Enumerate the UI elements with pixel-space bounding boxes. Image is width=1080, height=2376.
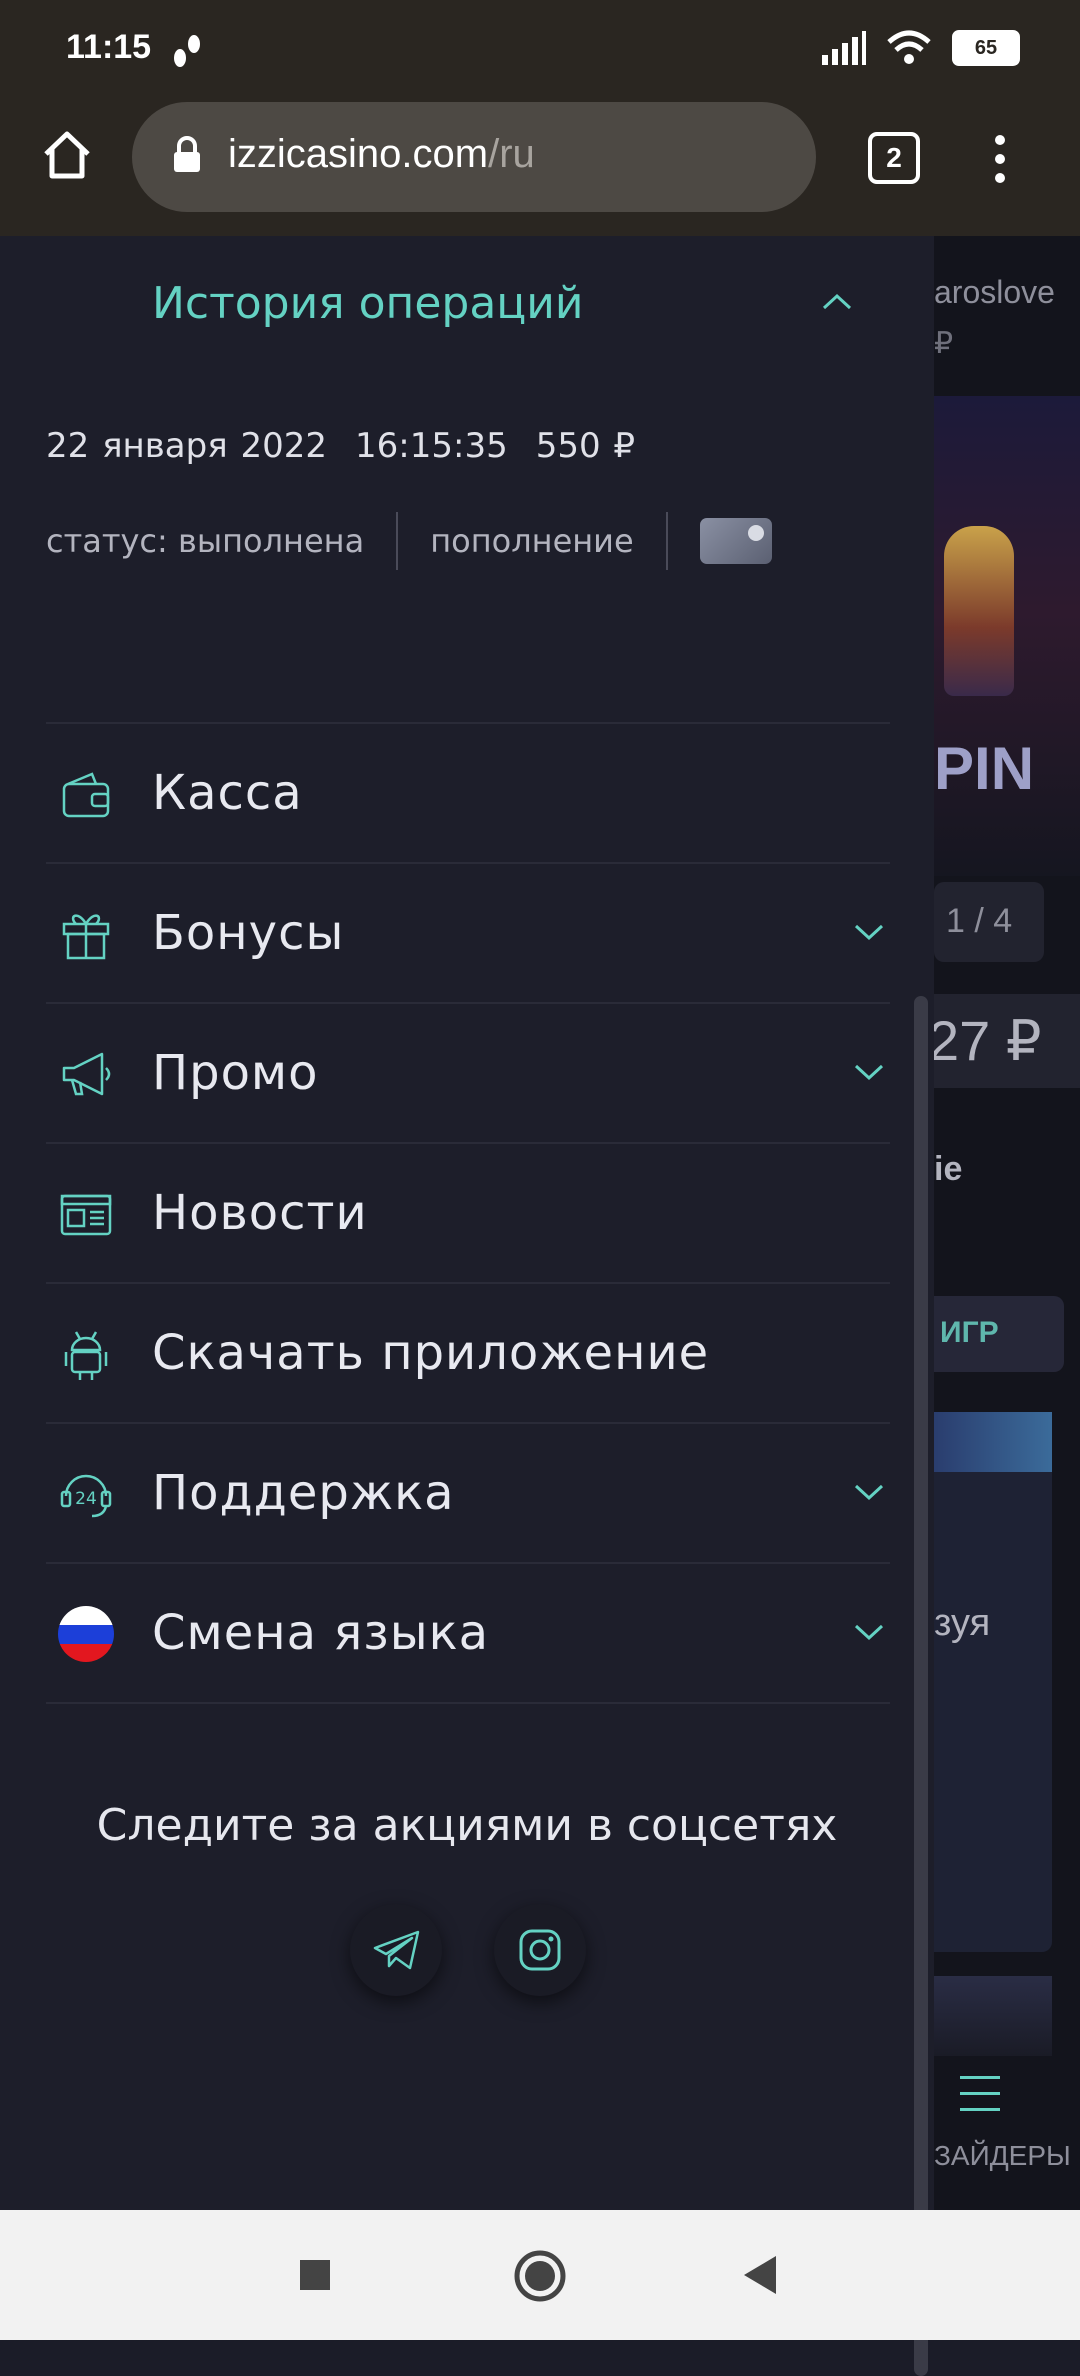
backdrop-banner: PIN — [934, 396, 1080, 876]
url-text[interactable]: izzicasino.com/ru — [228, 132, 535, 177]
games-button-label: ИГР — [940, 1316, 999, 1349]
menu-item-label: Касса — [152, 765, 303, 821]
instagram-button[interactable] — [494, 1904, 586, 1996]
backdrop-card: зуя — [934, 1412, 1052, 1952]
banner-text: PIN — [934, 735, 1035, 802]
history-time: 16:15:35 — [355, 426, 508, 466]
drawer-menu: Касса Бонусы Промо Новости Скачать прило… — [46, 722, 890, 1704]
status-time: 11:15 — [66, 28, 152, 66]
russia-flag-icon — [58, 1606, 114, 1662]
menu-item-download-app[interactable]: Скачать приложение — [46, 1282, 890, 1422]
chevron-up-icon[interactable] — [820, 292, 854, 312]
menu-item-label: Смена языка — [152, 1605, 490, 1661]
menu-item-label: Скачать приложение — [152, 1325, 710, 1381]
chevron-down-icon[interactable] — [852, 922, 886, 942]
menu-item-language[interactable]: Смена языка — [46, 1562, 890, 1702]
chevron-down-icon[interactable] — [852, 1482, 886, 1502]
slide-counter: 1 / 4 — [946, 902, 1013, 940]
newspaper-icon — [60, 1194, 112, 1236]
history-type: пополнение — [430, 522, 634, 560]
android-icon — [64, 1331, 108, 1380]
activity-icon — [174, 35, 200, 67]
backdrop-partial-2: зуя — [934, 1602, 991, 1644]
backdrop-balance: 27 ₽ — [934, 1009, 1042, 1072]
divider — [396, 512, 399, 570]
telegram-button[interactable] — [350, 1904, 442, 1996]
slide-counter-box: 1 / 4 — [934, 882, 1044, 962]
social-title: Следите за акциями в соцсетях — [96, 1800, 838, 1851]
status-bar: 11:15 65 — [0, 0, 1080, 100]
divider — [46, 1702, 890, 1704]
system-nav-bar — [0, 2210, 1080, 2340]
signal-icon — [822, 31, 866, 65]
backdrop-nav-label: ЗАЙДЕРЫ — [934, 2140, 1071, 2171]
side-drawer: История операций 22 января 2022 16:15:35 5… — [0, 236, 934, 2376]
home-nav-icon[interactable] — [512, 2248, 568, 2304]
menu-item-support[interactable]: 24 Поддержка — [46, 1422, 890, 1562]
history-title[interactable]: История операций — [152, 278, 583, 329]
chevron-down-icon[interactable] — [852, 1062, 886, 1082]
balance-strip: 27 ₽ — [934, 994, 1080, 1088]
recent-apps-icon[interactable] — [298, 2258, 332, 2292]
gift-icon — [62, 914, 110, 960]
instagram-icon — [519, 1929, 561, 1971]
backdrop-currency: ₽ — [934, 327, 954, 360]
more-menu-icon[interactable] — [990, 132, 1010, 186]
menu-item-promo[interactable]: Промо — [46, 1002, 890, 1142]
backdrop-username: aroslove — [934, 274, 1055, 310]
browser-toolbar: izzicasino.com/ru 2 — [0, 100, 1080, 236]
banner-figure — [944, 526, 1014, 696]
games-button[interactable]: ИГР — [934, 1296, 1064, 1372]
menu-item-label: Новости — [152, 1185, 368, 1241]
wifi-icon — [887, 30, 931, 64]
url-path: /ru — [488, 132, 535, 176]
wallet-icon — [62, 772, 110, 818]
chevron-down-icon[interactable] — [852, 1622, 886, 1642]
menu-item-bonuses[interactable]: Бонусы — [46, 862, 890, 1002]
backdrop-thumb — [934, 1976, 1052, 2056]
page-backdrop: aroslove ₽ PIN 1 / 4 27 ₽ ie ИГР зуя ЗАЙ… — [934, 236, 1080, 2210]
svg-text:24: 24 — [75, 1489, 97, 1509]
history-meta: статус: выполнена пополнение — [46, 512, 772, 570]
lock-icon — [174, 136, 200, 172]
telegram-icon — [373, 1930, 420, 1970]
history-amount: 550 ₽ — [535, 426, 636, 466]
menu-item-label: Бонусы — [152, 905, 345, 961]
url-domain: izzicasino.com — [228, 132, 489, 176]
drawer-scrollbar[interactable] — [914, 996, 928, 2376]
backdrop-partial-1: ie — [934, 1150, 963, 1188]
support-24-icon: 24 — [60, 1474, 112, 1518]
menu-item-news[interactable]: Новости — [46, 1142, 890, 1282]
megaphone-icon — [62, 1052, 111, 1096]
battery-indicator: 65 — [952, 30, 1020, 66]
home-icon[interactable] — [40, 128, 94, 182]
back-icon[interactable] — [740, 2254, 780, 2296]
menu-item-cashier[interactable]: Касса — [46, 722, 890, 862]
backdrop-card-image — [934, 1412, 1052, 1472]
history-date: 22 января 2022 — [46, 426, 327, 466]
menu-item-label: Промо — [152, 1045, 319, 1101]
history-entry: 22 января 2022 16:15:35 550 ₽ — [46, 426, 663, 466]
list-icon — [960, 2076, 1000, 2111]
menu-item-label: Поддержка — [152, 1465, 455, 1521]
divider — [665, 512, 668, 570]
history-status: статус: выполнена — [46, 522, 365, 560]
card-icon — [699, 518, 772, 564]
tabs-button[interactable]: 2 — [868, 132, 920, 184]
address-bar[interactable]: izzicasino.com/ru — [132, 102, 816, 212]
